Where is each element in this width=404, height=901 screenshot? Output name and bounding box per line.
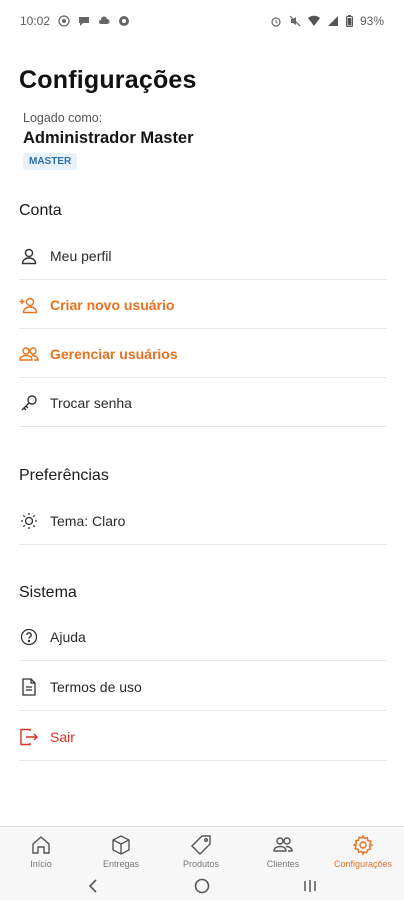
menu-item-label: Ajuda (50, 628, 86, 645)
mute-icon (289, 15, 301, 27)
user-icon (19, 246, 39, 266)
nav-label: Entregas (102, 859, 140, 869)
signal-icon (327, 15, 339, 27)
nav-item-entregas[interactable]: Entregas (81, 827, 161, 873)
menu-item-label: Trocar senha (50, 394, 132, 411)
menu-item-sair[interactable]: Sair (19, 712, 387, 761)
menu-item-label: Sair (50, 728, 75, 745)
menu-item-ajuda[interactable]: Ajuda (19, 612, 387, 661)
key-icon (19, 393, 39, 413)
bottom-nav: Início Entregas Produtos Clientes Config… (0, 826, 404, 873)
nav-label: Produtos (182, 859, 220, 869)
document-icon (19, 677, 39, 697)
divider (19, 760, 387, 761)
nav-item-produtos[interactable]: Produtos (161, 827, 241, 873)
nav-item-clientes[interactable]: Clientes (243, 827, 323, 873)
nav-label: Configurações (333, 859, 393, 869)
home-button-icon[interactable] (192, 876, 212, 896)
status-time: 10:02 (20, 14, 51, 28)
divider (19, 426, 387, 427)
nav-item-configuracoes[interactable]: Configurações (323, 827, 403, 873)
wifi-icon (307, 15, 320, 27)
recent-apps-icon[interactable] (300, 876, 320, 896)
role-badge: MASTER (23, 153, 78, 170)
page-title: Configurações (19, 66, 197, 94)
menu-item-gerenciar-usuarios[interactable]: Gerenciar usuários (19, 329, 387, 378)
divider (19, 710, 387, 711)
menu-item-label: Termos de uso (50, 678, 142, 695)
help-circle-icon (19, 627, 39, 647)
menu-item-label: Meu perfil (50, 247, 112, 264)
users-icon (272, 834, 294, 856)
section-title-preferencias: Preferências (19, 467, 109, 484)
menu-item-label: Gerenciar usuários (50, 345, 178, 362)
system-navigation-bar (0, 872, 404, 900)
menu-item-trocar-senha[interactable]: Trocar senha (19, 378, 387, 427)
app-notification-icon (118, 15, 130, 27)
section-title-sistema: Sistema (19, 584, 77, 601)
divider (19, 660, 387, 661)
sun-icon (19, 511, 39, 531)
status-bar: 10:02 93% (0, 0, 404, 42)
chat-icon (78, 15, 90, 27)
menu-item-label: Criar novo usuário (50, 296, 175, 313)
menu-item-termos-de-uso[interactable]: Termos de uso (19, 662, 387, 711)
logged-in-label: Logado como: (23, 111, 103, 125)
tag-icon (190, 834, 212, 856)
menu-item-label: Tema: Claro (50, 512, 126, 529)
menu-item-meu-perfil[interactable]: Meu perfil (19, 231, 387, 280)
box-icon (110, 834, 132, 856)
section-title-conta: Conta (19, 202, 62, 219)
nav-label: Início (30, 859, 52, 869)
nav-label: Clientes (266, 859, 300, 869)
battery-icon (345, 15, 353, 27)
battery-percent: 93% (359, 14, 384, 28)
menu-item-criar-novo-usuario[interactable]: Criar novo usuário (19, 280, 387, 329)
nav-item-inicio[interactable]: Início (1, 827, 81, 873)
gear-icon (352, 834, 374, 856)
home-icon (30, 834, 52, 856)
cloud-icon (98, 15, 110, 27)
back-icon[interactable] (84, 876, 104, 896)
users-icon (19, 344, 39, 364)
menu-item-tema[interactable]: Tema: Claro (19, 496, 387, 545)
alarm-icon (270, 15, 282, 27)
user-plus-icon (19, 295, 39, 315)
whatsapp-icon (58, 15, 70, 27)
logout-icon (19, 727, 39, 747)
divider (19, 544, 387, 545)
user-name: Administrador Master (23, 129, 194, 147)
